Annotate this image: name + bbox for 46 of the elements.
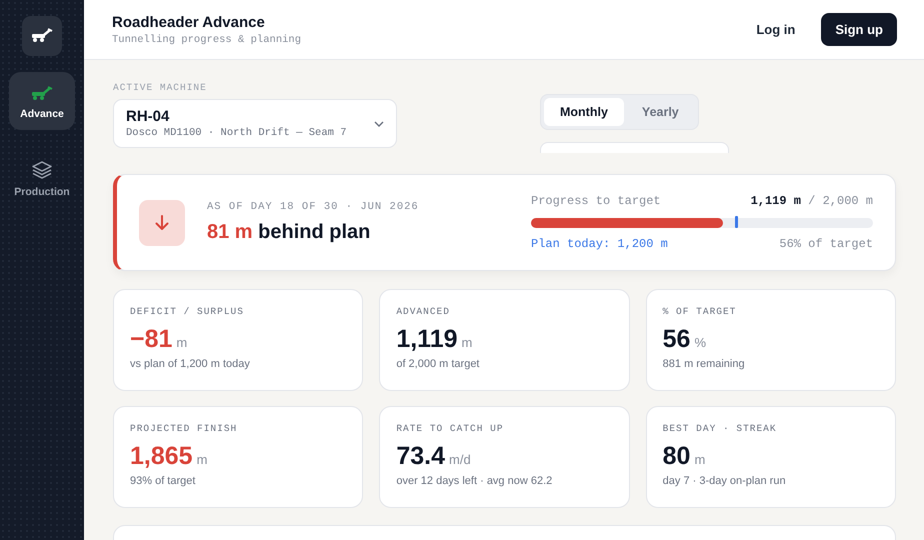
stat-value: 73.4	[396, 442, 445, 471]
status-date: AS OF DAY 18 OF 30 · JUN 2026	[207, 201, 419, 213]
field-label: ACTIVE MACHINE	[113, 82, 208, 93]
stat-label: ADVANCED	[396, 306, 451, 317]
stat-unit: m	[196, 452, 208, 467]
status-headline: 81 m behind plan	[207, 221, 372, 244]
period-tab[interactable]: Yearly	[626, 98, 695, 126]
layers-icon	[31, 160, 53, 180]
stat-unit: %	[694, 335, 706, 350]
stat-label: RATE TO CATCH UP	[396, 423, 505, 434]
arrow-down-icon	[155, 214, 169, 230]
progress-label: Progress to target	[531, 194, 661, 208]
roadheader-icon	[31, 28, 53, 44]
sign-up-button[interactable]: Sign up	[821, 13, 897, 46]
stat-note: 881 m remaining	[662, 358, 746, 370]
stat-value: −81	[130, 325, 172, 354]
stat-note: day 7 · 3-day on-plan run	[662, 475, 787, 487]
app-title: Roadheader Advance	[112, 14, 266, 30]
stat-value: 80	[662, 442, 690, 471]
period-tab[interactable]: Monthly	[544, 98, 624, 126]
stat-value: 1,865	[130, 442, 193, 471]
log-in-button[interactable]: Log in	[742, 13, 810, 46]
roadheader-icon	[31, 86, 53, 102]
stat-unit: m	[462, 335, 472, 350]
share-text: 56% of target	[779, 237, 873, 251]
stat-label: BEST DAY · STREAK	[662, 423, 778, 434]
machine-select[interactable]: RH-04 Dosco MD1100 · North Drift — Seam 7	[113, 99, 397, 148]
chevron-down-icon	[374, 120, 384, 126]
plan-text: Plan today: 1,200 m	[531, 237, 668, 251]
progress-value: 1,119 m / 2,000 m	[750, 194, 873, 208]
logo-button[interactable]	[22, 16, 62, 56]
stat-value: 1,119	[396, 325, 458, 354]
nav-item[interactable]: Advance	[9, 72, 75, 130]
stat-label: PROJECTED FINISH	[130, 423, 238, 434]
stat-note: 93% of target	[130, 475, 196, 487]
stat-label: DEFICIT / SURPLUS	[130, 306, 245, 317]
stat-value: 56	[662, 325, 690, 354]
stat-note: of 2,000 m target	[396, 358, 480, 370]
app-subtitle: Tunnelling progress & planning	[112, 34, 302, 46]
stat-label: % OF TARGET	[662, 306, 738, 317]
stat-unit: m	[694, 452, 706, 467]
stat-unit: m	[176, 335, 188, 350]
stat-note: over 12 days left · avg now 62.2	[396, 475, 554, 487]
stat-note: vs plan of 1,200 m today	[130, 358, 251, 370]
stat-unit: m/d	[449, 452, 471, 467]
nav-item[interactable]: Production	[9, 146, 75, 208]
